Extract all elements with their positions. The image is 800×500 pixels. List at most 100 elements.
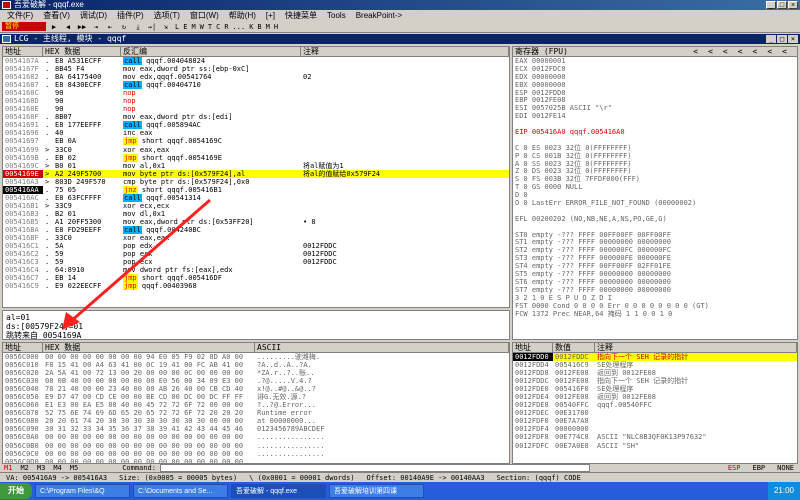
taskbar-item[interactable]: 吾爱破解培训第四课 (329, 484, 424, 498)
disasm-row[interactable]: 00541691. E8 177EEFFF call qqqf.005894AC (3, 121, 509, 130)
row-address[interactable]: 005416C4 (3, 266, 43, 274)
dump-row[interactable]: 0056C080 20 20 61 74 20 30 30 30 30 30 30… (3, 417, 509, 425)
disasm-row[interactable]: 00541697 EB 0A jmp short qqqf.0054169C (3, 137, 509, 146)
register-line[interactable]: T 0 GS 0000 NULL (513, 183, 797, 191)
register-line[interactable]: ST0 empty -??? FFFF 00FF00FF 00FF00FF (513, 231, 797, 239)
close-button[interactable]: × (788, 1, 798, 9)
stack-row[interactable]: 0012FDF8 00E774C8 ASCII "NLC8B3QF0K13P9763… (513, 433, 797, 441)
dump-tab[interactable]: M4 (53, 464, 61, 472)
row-address[interactable]: 0054168E (3, 105, 43, 113)
row-address[interactable]: 005416B1 (3, 202, 43, 210)
row-address[interactable]: 0054169E (3, 169, 43, 178)
dump-tab[interactable]: M2 (20, 464, 28, 472)
register-line[interactable]: ST4 empty -??? FFFF 00FF00FF 02FF01FE (513, 262, 797, 270)
stack-row[interactable]: 0012FDD0 0012FDDC 指向下一个 SEH 记录的指针 (513, 353, 797, 362)
disasm-row[interactable]: 0054168D 90 nop (3, 97, 509, 105)
disasm-row[interactable]: 00541687. E8 8430ECFF call qqqf.00404710 (3, 81, 509, 90)
disasm-row[interactable]: 005416C1. 5A pop edx 0012FDDC (3, 242, 509, 250)
menu-item[interactable]: [+] (261, 10, 280, 21)
stack-row[interactable]: 0012FDFC 00E7A0E8 ASCII "SH" (513, 442, 797, 450)
toolbar-button[interactable]: ↻ (118, 22, 130, 32)
row-address[interactable]: 0054167F (3, 65, 43, 73)
register-line[interactable]: P 0 CS 001B 32位 0(FFFFFFFF) (513, 152, 797, 160)
register-line[interactable]: ESI 0057025B ASCII "\r" (513, 104, 797, 112)
row-address[interactable]: 005416B3 (3, 210, 43, 218)
toolbar-window-button[interactable]: H (273, 23, 279, 31)
dump-header-ascii[interactable]: ASCII (255, 343, 509, 352)
disasm-row[interactable]: 005416C7. EB 14 jmp short qqqf.005416DF (3, 274, 509, 283)
register-line[interactable]: ST3 empty -??? FFFF 000000FE 000000FE (513, 254, 797, 262)
disasm-row[interactable]: 005416C3. 59 pop ecx 0012FDDC (3, 258, 509, 266)
row-address[interactable]: 005416C3 (3, 258, 43, 266)
row-address[interactable]: 005416C7 (3, 274, 43, 282)
menu-item[interactable]: 文件(F) (2, 10, 38, 21)
disasm-row[interactable]: 0054168F. 8B07 mov eax,dword ptr ds:[edi] (3, 113, 509, 121)
stack-row[interactable]: 0012FDE8 00540FFC qqqf.00540FFC (513, 401, 797, 409)
register-line[interactable]: EAX 00000001 (513, 57, 797, 65)
registers-pane[interactable]: 寄存器 (FPU) <<<<<<< EAX 00000001 ECX 0012FD… (512, 46, 798, 340)
register-line[interactable]: ECX 0012FDC0 (513, 65, 797, 73)
menu-item[interactable]: 选项(T) (149, 10, 185, 21)
dump-tab[interactable]: M5 (70, 464, 78, 472)
toolbar-window-button[interactable]: M (190, 23, 196, 31)
row-address[interactable]: 005416B5 (3, 218, 43, 226)
dump-header-address[interactable]: 地址 (3, 343, 43, 352)
toolbar-window-button[interactable]: L (174, 23, 180, 31)
row-address[interactable]: 005416C1 (3, 242, 43, 250)
disasm-row[interactable]: 00541682. BA 64175400 mov edx,qqqf.0054176… (3, 73, 509, 81)
toolbar-button[interactable]: →| (146, 22, 158, 32)
dump-row[interactable]: 0056C020 2A 5A 41 00 72 13 00 20 00 00 00… (3, 369, 509, 377)
disasm-row[interactable]: 005416B1 >33C9 xor ecx,ecx (3, 202, 509, 210)
dump-row[interactable]: 0056C030 08 0B 40 00 00 00 00 00 00 E0 56… (3, 377, 509, 385)
disasm-header-hex[interactable]: HEX 数据 (43, 47, 121, 56)
row-address[interactable]: 005416A3 (3, 178, 43, 186)
menu-item[interactable]: 帮助(H) (224, 10, 261, 21)
register-line[interactable]: EIP 005416A0 qqqf.005416A0 (513, 128, 797, 136)
dump-row[interactable]: 0056C0C0 00 00 00 00 00 00 00 00 00 00 00… (3, 450, 509, 458)
row-address[interactable]: 0054168D (3, 97, 43, 105)
register-line[interactable]: EDX 00000000 (513, 73, 797, 81)
register-line[interactable]: EBX 00000000 (513, 81, 797, 89)
disasm-row[interactable]: 0054169B. EB 02 jmp short qqqf.0054169E (3, 153, 509, 162)
disasm-row[interactable]: 005416BF. 33C0 xor eax,eax (3, 234, 509, 242)
disasm-header-comment[interactable]: 注释 (301, 47, 509, 56)
dump-row[interactable]: 0056C060 E1 E3 00 EA E5 80 40 00 45 72 72… (3, 401, 509, 409)
registers-header[interactable]: 寄存器 (FPU) (513, 47, 568, 56)
toolbar-window-button[interactable]: K (248, 23, 254, 31)
dump-row[interactable]: 0056C070 52 75 6E 74 69 6D 65 20 65 72 72… (3, 409, 509, 417)
register-line[interactable] (513, 207, 797, 215)
register-line[interactable]: S 0 FS 003B 32位 7FFDF000(FFF) (513, 175, 797, 183)
stack-row[interactable]: 0012FDDC 0012FE08 指向下一个 SEH 记录的指针 (513, 377, 797, 385)
menu-item[interactable]: 查看(V) (38, 10, 75, 21)
row-address[interactable]: 005416AC (3, 194, 43, 202)
disasm-row[interactable]: 005416AC. E8 63FCFFFF call qqqf.00541314 (3, 193, 509, 202)
stack-header-value[interactable]: 数值 (553, 343, 595, 352)
dump-row[interactable]: 0056C010 F8 15 41 00 A4 63 41 00 0C 19 41… (3, 361, 509, 369)
minimize-button[interactable]: _ (766, 1, 776, 9)
toolbar-window-button[interactable]: W (199, 23, 205, 31)
stack-pane[interactable]: 地址 数值 注释 0012FDD0 0012FDDC 指向下一个 SEH 记录的指针… (512, 342, 798, 464)
disasm-row[interactable]: 0054169C > B0 01 mov al,0x1 将al赋值为1 (3, 162, 509, 170)
start-button[interactable]: 开始 (0, 483, 32, 499)
register-line[interactable]: ST2 empty -??? FFFF 000000FC 000000FC (513, 246, 797, 254)
dump-row[interactable]: 0056C040 78 21 40 00 00 23 40 00 00 AB 26… (3, 385, 509, 393)
row-address[interactable]: 00541687 (3, 81, 43, 89)
disasm-row[interactable]: 005416C9. E9 022EECFF jmp qqqf.00403968 (3, 282, 509, 291)
register-line[interactable]: D 0 (513, 191, 797, 199)
stack-row[interactable]: 0012FDE0 005416F0 SE处理程序 (513, 385, 797, 393)
register-line[interactable]: C 0 ES 0023 32位 0(FFFFFFFF) (513, 144, 797, 152)
disasm-row[interactable]: 0054169E > A2 249F5700 mov byte ptr ds:[0x5… (3, 169, 509, 178)
stack-row[interactable]: 0012FDD4 005416C9 SE处理程序 (513, 361, 797, 369)
toolbar-window-button[interactable]: B (256, 23, 262, 31)
taskbar-item[interactable]: 吾爱破解 - qqqf.exe (231, 484, 326, 498)
register-line[interactable]: EFL 00200202 (NO,NB,NE,A,NS,PO,GE,G) (513, 215, 797, 223)
taskbar-item[interactable]: C:\Program Files\&Q (35, 484, 130, 498)
register-line[interactable] (513, 120, 797, 128)
row-address[interactable]: 00541682 (3, 73, 43, 81)
disasm-header-address[interactable]: 地址 (3, 47, 43, 56)
row-address[interactable]: 005416BF (3, 234, 43, 242)
register-line[interactable]: ST7 empty -??? FFFF 00000000 00000000 (513, 286, 797, 294)
disasm-row[interactable]: 0054168C 90 nop (3, 89, 509, 97)
row-address[interactable]: 0054168C (3, 89, 43, 97)
toolbar-button[interactable]: ⤓ (132, 22, 144, 32)
